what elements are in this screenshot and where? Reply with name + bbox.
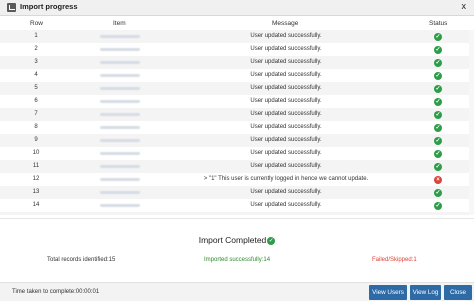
- view-log-button[interactable]: View Log: [410, 285, 441, 300]
- header-item: Item: [113, 20, 126, 27]
- row-item-redacted: [100, 178, 140, 181]
- row-item-redacted: [100, 35, 140, 38]
- failed-count: Failed/Skipped:1: [372, 257, 417, 263]
- table-row: ✓: [0, 212, 474, 215]
- header-row: Row: [30, 20, 44, 27]
- table-row: 8 User updated successfully. ✓: [0, 121, 474, 134]
- row-item-redacted: [100, 61, 140, 64]
- scrollbar[interactable]: [469, 30, 474, 215]
- import-icon: [7, 3, 16, 12]
- view-users-button[interactable]: View Users: [369, 285, 407, 300]
- row-number: 10: [32, 150, 40, 156]
- row-number: 11: [32, 163, 40, 169]
- error-x-icon: ×: [434, 176, 442, 184]
- row-item-redacted: [100, 48, 140, 51]
- table-row: 5 User updated successfully. ✓: [0, 82, 474, 95]
- header-status: Status: [429, 20, 448, 27]
- row-item-redacted: [100, 191, 140, 194]
- table-row: 12 > "1" This user is currently logged in…: [0, 173, 474, 186]
- success-check-icon: ✓: [434, 124, 442, 132]
- row-message: User updated successfully.: [250, 85, 322, 91]
- row-number: 9: [34, 137, 38, 143]
- row-message: User updated successfully.: [250, 46, 322, 52]
- results-table-body: 1 User updated successfully. ✓ 2 User update…: [0, 30, 474, 215]
- table-row: 7 User updated successfully. ✓: [0, 108, 474, 121]
- import-completed-heading: Import Completed ✓: [0, 235, 474, 245]
- success-check-icon: ✓: [434, 111, 442, 119]
- dialog-footer: Time taken to complete:00:00:01 View Use…: [0, 282, 474, 301]
- success-check-icon: ✓: [434, 98, 442, 106]
- dialog-title: Import progress: [20, 2, 78, 11]
- table-row: 3 User updated successfully. ✓: [0, 56, 474, 69]
- row-item-redacted: [100, 100, 140, 103]
- row-item-redacted: [100, 152, 140, 155]
- row-message: User updated successfully.: [250, 137, 322, 143]
- row-message: User updated successfully.: [250, 124, 322, 130]
- import-completed-label: Import Completed: [198, 235, 267, 245]
- table-row: 10 User updated successfully. ✓: [0, 147, 474, 160]
- success-check-icon: ✓: [434, 85, 442, 93]
- close-icon[interactable]: x: [462, 1, 467, 11]
- row-number: 12: [32, 176, 40, 182]
- row-message: User updated successfully.: [250, 72, 322, 78]
- success-check-icon: ✓: [434, 72, 442, 80]
- table-row: 11 User updated successfully. ✓: [0, 160, 474, 173]
- row-message: User updated successfully.: [250, 59, 322, 65]
- table-row: 14 User updated successfully. ✓: [0, 199, 474, 212]
- row-number: 13: [32, 189, 40, 195]
- row-message: User updated successfully.: [250, 202, 322, 208]
- table-row: 9 User updated successfully. ✓: [0, 134, 474, 147]
- row-number: 14: [32, 202, 40, 208]
- close-button[interactable]: Close: [444, 285, 472, 300]
- row-number: 2: [34, 46, 38, 52]
- table-row: 1 User updated successfully. ✓: [0, 30, 474, 43]
- success-check-icon: ✓: [434, 59, 442, 67]
- row-message: User updated successfully.: [250, 111, 322, 117]
- table-row: 6 User updated successfully. ✓: [0, 95, 474, 108]
- success-check-icon: ✓: [434, 46, 442, 54]
- success-check-icon: ✓: [434, 150, 442, 158]
- header-message: Message: [272, 20, 299, 27]
- row-item-redacted: [100, 87, 140, 90]
- row-number: 1: [34, 33, 38, 39]
- row-item-redacted: [100, 113, 140, 116]
- success-check-icon: ✓: [434, 137, 442, 145]
- row-number: 6: [34, 98, 38, 104]
- row-number: 3: [34, 59, 38, 65]
- table-row: 4 User updated successfully. ✓: [0, 69, 474, 82]
- summary-panel: Import Completed ✓ Total records identifi…: [0, 218, 474, 278]
- row-item-redacted: [100, 204, 140, 207]
- dialog-titlebar: Import progress x: [0, 0, 474, 16]
- row-number: 8: [34, 124, 38, 130]
- success-check-icon: ✓: [434, 163, 442, 171]
- table-header: Row Item Message Status: [0, 17, 474, 30]
- row-message: > "1" This user is currently logged in h…: [203, 176, 369, 182]
- row-item-redacted: [100, 139, 140, 142]
- imported-count: Imported successfully:14: [204, 257, 271, 263]
- success-check-icon: ✓: [434, 202, 442, 210]
- row-message: User updated successfully.: [250, 98, 322, 104]
- row-number: 7: [34, 111, 38, 117]
- check-circle-icon: ✓: [267, 237, 276, 245]
- row-item-redacted: [100, 165, 140, 168]
- total-records: Total records identified:15: [47, 257, 116, 263]
- row-message: User updated successfully.: [250, 163, 322, 169]
- success-check-icon: ✓: [434, 33, 442, 41]
- row-item-redacted: [100, 126, 140, 129]
- table-row: 13 User updated successfully. ✓: [0, 186, 474, 199]
- table-row: 2 User updated successfully. ✓: [0, 43, 474, 56]
- row-number: 5: [34, 85, 38, 91]
- success-check-icon: ✓: [434, 189, 442, 197]
- row-number: 4: [34, 72, 38, 78]
- row-message: User updated successfully.: [250, 189, 322, 195]
- row-item-redacted: [100, 74, 140, 77]
- time-taken: Time taken to complete:00:00:01: [12, 289, 100, 295]
- row-message: User updated successfully.: [250, 33, 322, 39]
- row-message: User updated successfully.: [250, 150, 322, 156]
